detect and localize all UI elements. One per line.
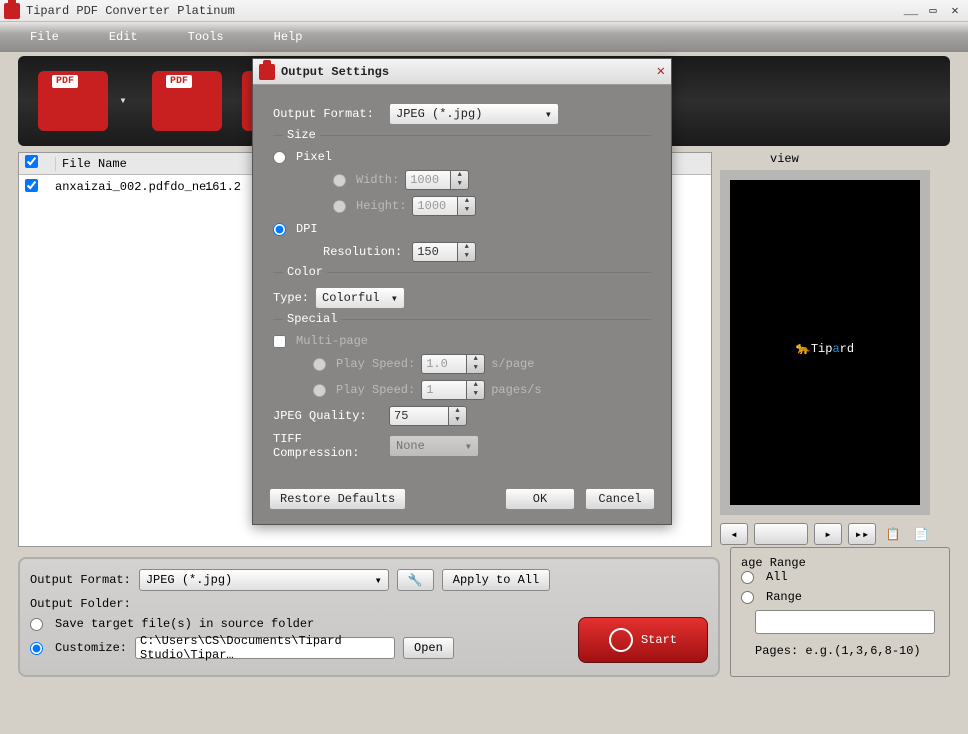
menu-edit[interactable]: Edit bbox=[109, 30, 138, 44]
window-titlebar: Tipard PDF Converter Platinum __ ▭ ✕ bbox=[0, 0, 968, 22]
resolution-spinner[interactable]: 150▲▼ bbox=[412, 242, 476, 262]
maximize-button[interactable]: ▭ bbox=[924, 4, 942, 18]
dialog-close-button[interactable]: ✕ bbox=[657, 63, 665, 80]
dlg-format-label: Output Format: bbox=[273, 107, 383, 121]
output-panel: Output Format: JPEG (*.jpg)▾ 🔧 Apply to … bbox=[18, 557, 720, 677]
customize-radio[interactable] bbox=[30, 642, 43, 655]
save-in-source-radio[interactable] bbox=[30, 618, 43, 631]
range-all-radio[interactable] bbox=[741, 571, 754, 584]
width-radio bbox=[333, 174, 346, 187]
edit-pdf-button[interactable] bbox=[152, 71, 222, 131]
cell-size: 161.2 bbox=[205, 180, 241, 194]
size-fieldset: Size Pixel Width: 1000▲▼ Height: 1000▲▼ … bbox=[273, 135, 651, 262]
preview-box: 🐆Tipard bbox=[720, 170, 930, 515]
row-checkbox[interactable] bbox=[25, 179, 38, 192]
height-spinner: 1000▲▼ bbox=[412, 196, 476, 216]
copy-icon[interactable]: 📋 bbox=[882, 523, 904, 545]
dlg-format-select[interactable]: JPEG (*.jpg)▾ bbox=[389, 103, 559, 125]
window-title: Tipard PDF Converter Platinum bbox=[26, 4, 235, 18]
page-range-panel: age Range All Range Pages: e.g.(1,3,6,8-… bbox=[730, 547, 950, 677]
refresh-icon bbox=[609, 628, 633, 652]
custom-path-input[interactable]: C:\Users\CS\Documents\Tipard Studio\Tipa… bbox=[135, 637, 395, 659]
tipard-logo: 🐆Tipard bbox=[796, 327, 854, 359]
minimize-button[interactable]: __ bbox=[902, 4, 920, 18]
settings-button[interactable]: 🔧 bbox=[397, 569, 434, 591]
playspeed1-radio bbox=[313, 358, 326, 371]
ok-button[interactable]: OK bbox=[505, 488, 575, 510]
pixel-radio[interactable] bbox=[273, 151, 286, 164]
preview-title: view bbox=[720, 152, 950, 166]
customize-label: Customize: bbox=[55, 641, 127, 655]
apply-all-button[interactable]: Apply to All bbox=[442, 569, 550, 591]
bottom-panel: Output Format: JPEG (*.jpg)▾ 🔧 Apply to … bbox=[18, 557, 950, 677]
save-in-source-label: Save target file(s) in source folder bbox=[55, 617, 314, 631]
multipage-checkbox[interactable] bbox=[273, 335, 286, 348]
dialog-titlebar: Output Settings ✕ bbox=[253, 59, 671, 85]
last-page-button[interactable]: ▸▸ bbox=[848, 523, 876, 545]
add-pdf-button[interactable] bbox=[38, 71, 108, 131]
cell-filename: anxaizai_002.pdfdo_ne… bbox=[55, 180, 205, 194]
output-folder-label: Output Folder: bbox=[30, 597, 131, 611]
playspeed1-spinner: 1.0▲▼ bbox=[421, 354, 485, 374]
menubar: File Edit Tools Help bbox=[0, 22, 968, 52]
jpeg-quality-spinner[interactable]: 75▲▼ bbox=[389, 406, 467, 426]
special-fieldset: Special Multi-page Play Speed: 1.0▲▼ s/p… bbox=[273, 319, 651, 460]
cancel-button[interactable]: Cancel bbox=[585, 488, 655, 510]
col-filename[interactable]: File Name bbox=[55, 157, 205, 171]
prev-page-button[interactable]: ◂ bbox=[720, 523, 748, 545]
add-pdf-dropdown[interactable]: ▾ bbox=[114, 93, 132, 109]
color-fieldset: Color Type: Colorful▾ bbox=[273, 272, 651, 309]
dialog-title: Output Settings bbox=[281, 65, 389, 79]
tiff-compression-select[interactable]: None▾ bbox=[389, 435, 479, 457]
menu-tools[interactable]: Tools bbox=[188, 30, 224, 44]
open-folder-button[interactable]: Open bbox=[403, 637, 454, 659]
width-spinner: 1000▲▼ bbox=[405, 170, 469, 190]
page-indicator bbox=[754, 523, 808, 545]
output-settings-dialog: Output Settings ✕ Output Format: JPEG (*… bbox=[252, 58, 672, 525]
close-button[interactable]: ✕ bbox=[946, 4, 964, 18]
dialog-app-icon bbox=[259, 64, 275, 80]
range-range-radio[interactable] bbox=[741, 591, 754, 604]
dialog-footer: Restore Defaults OK Cancel bbox=[253, 478, 671, 524]
dpi-radio[interactable] bbox=[273, 223, 286, 236]
folder-icon[interactable]: 📄 bbox=[910, 523, 932, 545]
next-page-button[interactable]: ▸ bbox=[814, 523, 842, 545]
playspeed2-spinner: 1▲▼ bbox=[421, 380, 485, 400]
output-format-select[interactable]: JPEG (*.jpg)▾ bbox=[139, 569, 389, 591]
menu-help[interactable]: Help bbox=[274, 30, 303, 44]
preview-controls: ◂ ▸ ▸▸ 📋 📄 bbox=[720, 523, 950, 545]
menu-file[interactable]: File bbox=[30, 30, 59, 44]
range-input[interactable] bbox=[755, 610, 935, 634]
height-radio bbox=[333, 200, 346, 213]
restore-defaults-button[interactable]: Restore Defaults bbox=[269, 488, 406, 510]
output-format-label: Output Format: bbox=[30, 573, 131, 587]
preview-panel: view 🐆Tipard ◂ ▸ ▸▸ 📋 📄 bbox=[720, 152, 950, 547]
playspeed2-radio bbox=[313, 384, 326, 397]
page-range-legend: age Range bbox=[741, 556, 939, 570]
app-icon bbox=[4, 3, 20, 19]
select-all-checkbox[interactable] bbox=[25, 155, 38, 168]
start-button[interactable]: Start bbox=[578, 617, 708, 663]
color-type-select[interactable]: Colorful▾ bbox=[315, 287, 405, 309]
range-hint: Pages: e.g.(1,3,6,8-10) bbox=[755, 644, 939, 658]
